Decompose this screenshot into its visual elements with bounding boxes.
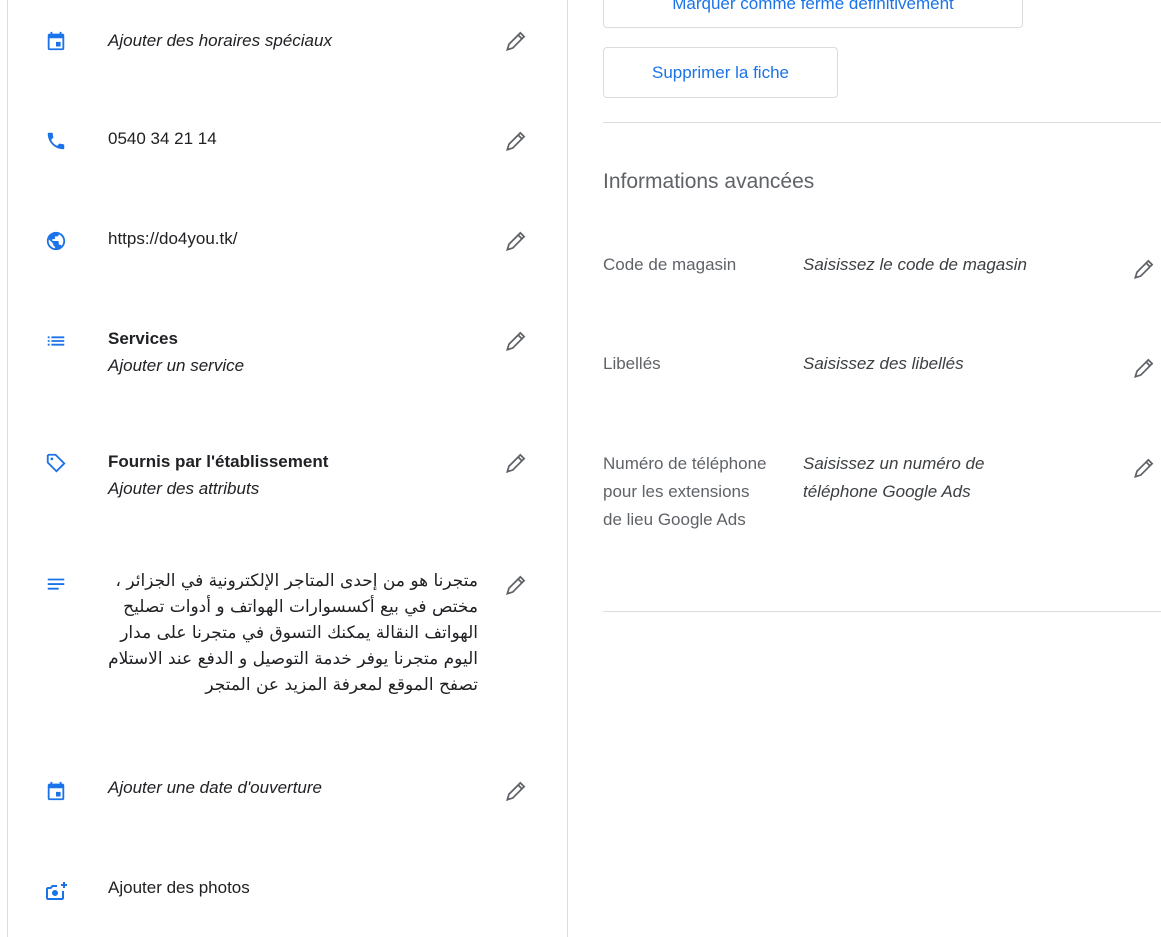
add-photos-text: Ajouter des photos <box>108 878 250 897</box>
delete-listing-button[interactable]: Supprimer la fiche <box>603 47 838 98</box>
globe-icon <box>43 228 69 254</box>
edit-pencil-icon[interactable] <box>502 227 530 255</box>
business-description: متجرنا هو من إحدى المتاجر الإلكترونية في… <box>108 571 478 695</box>
delete-listing-label: Supprimer la fiche <box>651 62 789 82</box>
labels-value[interactable]: Saisissez des libellés <box>803 350 1093 378</box>
phone-number: 0540 34 21 14 <box>108 129 217 148</box>
phone-icon <box>43 128 69 154</box>
list-icon <box>43 328 69 354</box>
add-photo-icon <box>43 878 69 904</box>
divider <box>603 611 1161 612</box>
ads-phone-value[interactable]: Saisissez un numéro de téléphone Google … <box>803 450 1043 506</box>
special-hours-text: Ajouter des horaires spéciaux <box>108 31 332 50</box>
labels-label: Libellés <box>603 354 661 373</box>
store-code-value[interactable]: Saisissez le code de magasin <box>803 251 1093 279</box>
ads-phone-label: Numéro de téléphone pour les extensions … <box>603 454 767 529</box>
opening-date-text: Ajouter une date d'ouverture <box>108 778 323 797</box>
advanced-info-title: Informations avancées <box>603 170 815 193</box>
edit-pencil-icon[interactable] <box>502 571 530 599</box>
mark-permanently-closed-label: Marquer comme fermé définitivement <box>672 0 954 13</box>
mark-permanently-closed-button[interactable]: Marquer comme fermé définitivement <box>603 0 1023 28</box>
calendar-icon <box>43 28 69 54</box>
attributes-subtitle: Ajouter des attributs <box>108 479 260 498</box>
divider <box>603 122 1161 123</box>
attributes-title: Fournis par l'établissement <box>108 452 329 471</box>
notes-icon <box>43 572 69 598</box>
left-panel-border <box>7 0 8 937</box>
edit-pencil-icon[interactable] <box>1130 255 1158 283</box>
services-title: Services <box>108 329 178 348</box>
edit-pencil-icon[interactable] <box>1130 354 1158 382</box>
edit-pencil-icon[interactable] <box>502 449 530 477</box>
edit-pencil-icon[interactable] <box>502 27 530 55</box>
services-subtitle: Ajouter un service <box>108 356 245 375</box>
column-divider <box>567 0 568 937</box>
calendar-icon <box>43 778 69 804</box>
edit-pencil-icon[interactable] <box>1130 454 1158 482</box>
edit-pencil-icon[interactable] <box>502 127 530 155</box>
website-url: https://do4you.tk/ <box>108 229 238 248</box>
tag-icon <box>43 450 69 476</box>
edit-pencil-icon[interactable] <box>502 327 530 355</box>
edit-pencil-icon[interactable] <box>502 777 530 805</box>
store-code-label: Code de magasin <box>603 255 737 274</box>
